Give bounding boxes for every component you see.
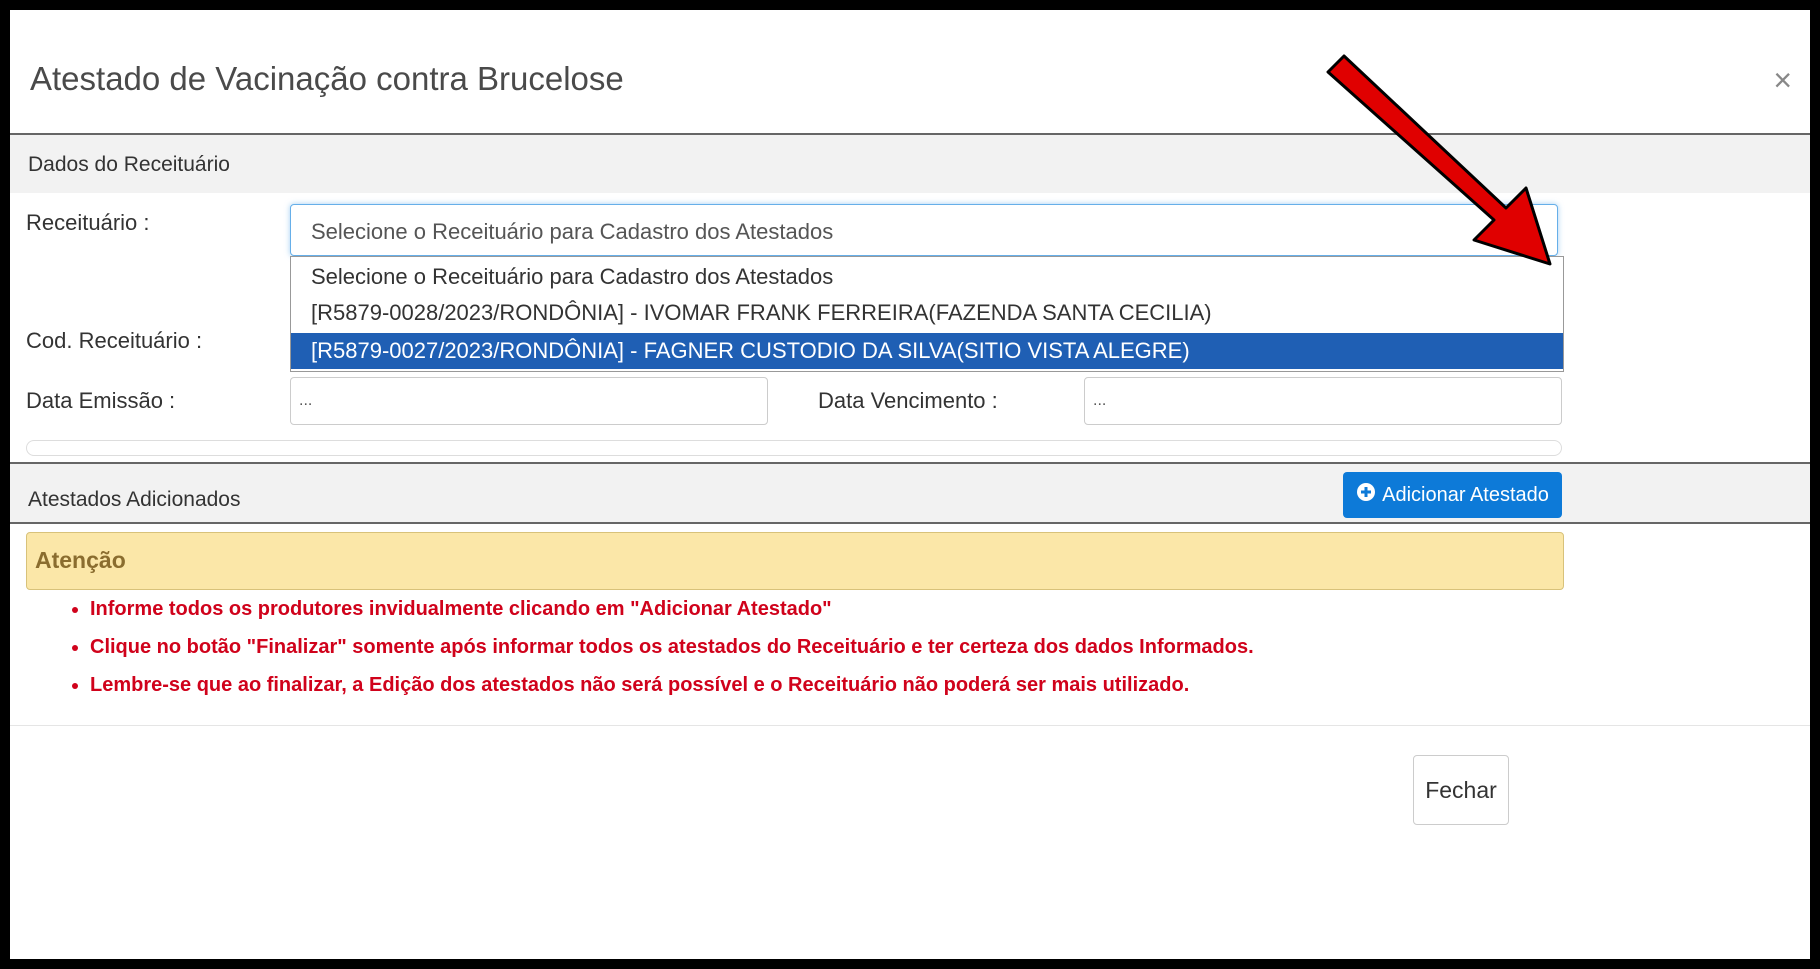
data-emissao-field[interactable]: ... [290, 377, 768, 425]
add-atestado-label: Adicionar Atestado [1382, 483, 1549, 506]
data-vencimento-label: Data Vencimento : [818, 388, 998, 413]
fechar-button[interactable]: Fechar [1413, 755, 1509, 825]
close-icon[interactable]: × [1773, 62, 1792, 99]
warning-item: Lembre-se que ao finalizar, a Edição dos… [90, 672, 1254, 710]
modal-title: Atestado de Vacinação contra Brucelose [30, 60, 624, 97]
data-vencimento-field[interactable]: ... [1084, 377, 1562, 425]
progress-track [26, 440, 1562, 456]
section-title: Atestados Adicionados [28, 488, 241, 511]
dropdown-option[interactable]: [R5879-0028/2023/RONDÔNIA] - IVOMAR FRAN… [291, 295, 1563, 331]
receituario-dropdown-list: Selecione o Receituário para Cadastro do… [290, 256, 1564, 372]
data-vencimento-value: ... [1093, 392, 1107, 409]
data-emissao-label: Data Emissão : [26, 388, 176, 413]
warning-item: Informe todos os produtores invidualment… [90, 596, 1254, 634]
receituario-label: Receituário : [26, 210, 150, 235]
warning-list: Informe todos os produtores invidualment… [58, 596, 1254, 710]
red-arrow-icon [1326, 54, 1552, 266]
data-emissao-value: ... [299, 392, 313, 409]
dropdown-option-selected[interactable]: [R5879-0027/2023/RONDÔNIA] - FAGNER CUST… [291, 333, 1563, 369]
warning-item: Clique no botão "Finalizar" somente após… [90, 634, 1254, 672]
section-title: Dados do Receituário [28, 153, 230, 176]
modal-dialog: Atestado de Vacinação contra Brucelose ×… [10, 10, 1810, 959]
attention-alert: Atenção [26, 532, 1564, 590]
footer-divider [10, 725, 1810, 726]
plus-circle-icon [1356, 482, 1376, 508]
receituario-select-value: Selecione o Receituário para Cadastro do… [311, 219, 834, 244]
alert-title: Atenção [35, 547, 126, 573]
cod-receituario-label: Cod. Receituário : [26, 328, 203, 353]
add-atestado-button[interactable]: Adicionar Atestado [1343, 472, 1562, 518]
